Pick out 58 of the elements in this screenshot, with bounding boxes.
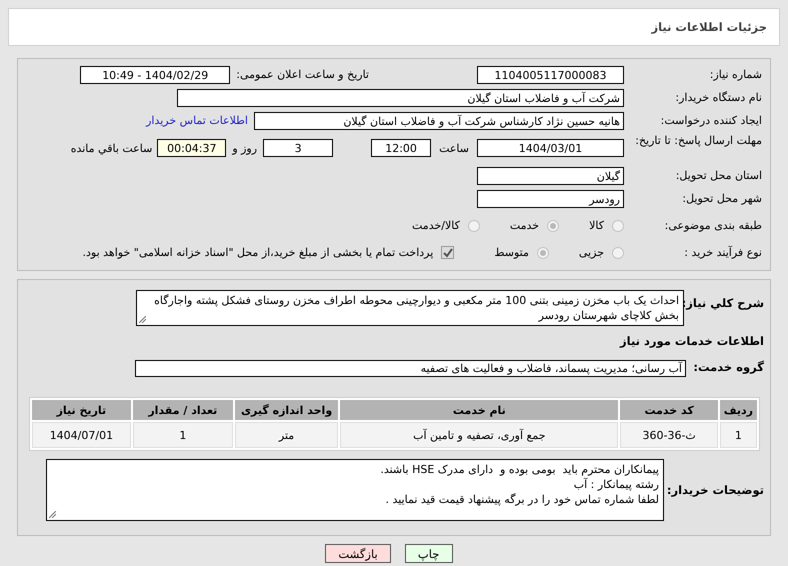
field-label: توضیحات خریدار:: [666, 483, 764, 497]
column-header: واحد اندازه گیری: [234, 400, 338, 420]
field-label: مهلت ارسال پاسخ: تا تاریخ:: [634, 134, 762, 148]
radio-button[interactable]: [536, 246, 549, 258]
table-cell: 1404/07/01: [32, 422, 131, 448]
payment-checkbox[interactable]: [441, 246, 454, 259]
table-cell: ث-36-360: [620, 422, 718, 448]
announce-date-field[interactable]: 1404/02/29 - 10:49: [80, 66, 230, 84]
province-field[interactable]: گیلان: [477, 166, 624, 184]
radio-label: خدمت: [510, 219, 540, 232]
table-cell: جمع آوری، تصفیه و تامین آب: [340, 422, 618, 448]
column-header: کد خدمت: [620, 400, 718, 420]
page-title: جزئیات اطلاعات نیاز: [651, 20, 767, 34]
requester-field[interactable]: هانیه حسین نژاد کارشناس شرکت آب و فاضلاب استان گیلان: [254, 112, 624, 130]
buyer-org-field[interactable]: شرکت آب و فاضلاب استان گیلان: [177, 88, 624, 106]
resize-grip-icon[interactable]: [139, 316, 146, 323]
radio-label: کالا/خدمت: [412, 219, 460, 232]
radio-button[interactable]: [612, 220, 624, 232]
payment-note: پرداخت تمام یا بخشی از مبلغ خرید،از محل "اسناد خزانه اسلامی" خواهد بود.: [82, 246, 434, 259]
field-label: گروه خدمت:: [692, 360, 764, 374]
column-header: تاریخ نیاز: [32, 400, 131, 420]
column-header: ردیف: [720, 400, 757, 420]
field-label: تاریخ و ساعت اعلان عمومی:: [236, 68, 369, 81]
print-button[interactable]: چاپ: [404, 544, 453, 563]
field-label: طبقه بندی موضوعی:: [664, 219, 762, 232]
need-number-field[interactable]: 1104005117000083: [477, 66, 624, 84]
back-button[interactable]: بازگشت: [325, 544, 391, 563]
radio-button[interactable]: [547, 220, 560, 232]
buyer-contact-link[interactable]: اطلاعات تماس خریدار: [146, 114, 248, 127]
service-group-field[interactable]: آب رسانی؛ مدیریت پسماند، فاضلاب و فعالیت های تصفیه: [135, 360, 686, 377]
deadline-time-field[interactable]: 12:00: [371, 139, 432, 157]
buyer-notes-field[interactable]: پیمانکاران محترم باید بومی بوده و دارای مدرک HSE باشند. رشته پیمانکار : آب لطفا شماره تماس خود را در برگه پیشنهاد قیمت قید نمایید .: [46, 459, 664, 521]
radio-button[interactable]: [612, 246, 624, 258]
field-label: ایجاد کننده درخواست:: [660, 114, 762, 127]
table-cell: 1: [132, 422, 233, 448]
radio-button[interactable]: [468, 220, 480, 232]
section-heading: اطلاعات خدمات مورد نیاز: [618, 334, 764, 348]
city-field[interactable]: رودسر: [477, 190, 624, 208]
resize-grip-icon[interactable]: [49, 511, 56, 518]
field-label: ساعت باقي مانده: [70, 142, 152, 154]
remaining-time-field[interactable]: 00:04:37: [157, 139, 226, 157]
column-header: تعداد / مقدار: [132, 400, 233, 420]
field-label: روز و: [232, 142, 258, 154]
days-field[interactable]: 3: [263, 139, 334, 157]
field-label: نوع فرآیند خرید :: [683, 246, 762, 259]
deadline-date-field[interactable]: 1404/03/01: [477, 139, 624, 157]
field-label: نام دستگاه خریدار:: [674, 91, 762, 104]
field-label: استان محل تحویل:: [674, 169, 762, 182]
field-label: شماره نیاز:: [708, 68, 762, 81]
field-label: شهر محل تحویل:: [681, 192, 762, 205]
description-field[interactable]: احداث یک باب مخزن زمینی بتنی 100 متر مکعبی و دیوارچینی محوطه اطراف مخزن روستای فشکل پشته واجارگاه بخش کلاچای شهرستان رودسر: [136, 290, 684, 326]
radio-label: جزیی: [578, 246, 604, 259]
field-label: ساعت: [439, 142, 469, 154]
table-cell: متر: [234, 422, 338, 448]
table-cell: 1: [720, 422, 757, 448]
radio-label: کالا: [589, 219, 604, 232]
radio-label: متوسط: [494, 246, 529, 259]
column-header: نام خدمت: [340, 400, 618, 420]
